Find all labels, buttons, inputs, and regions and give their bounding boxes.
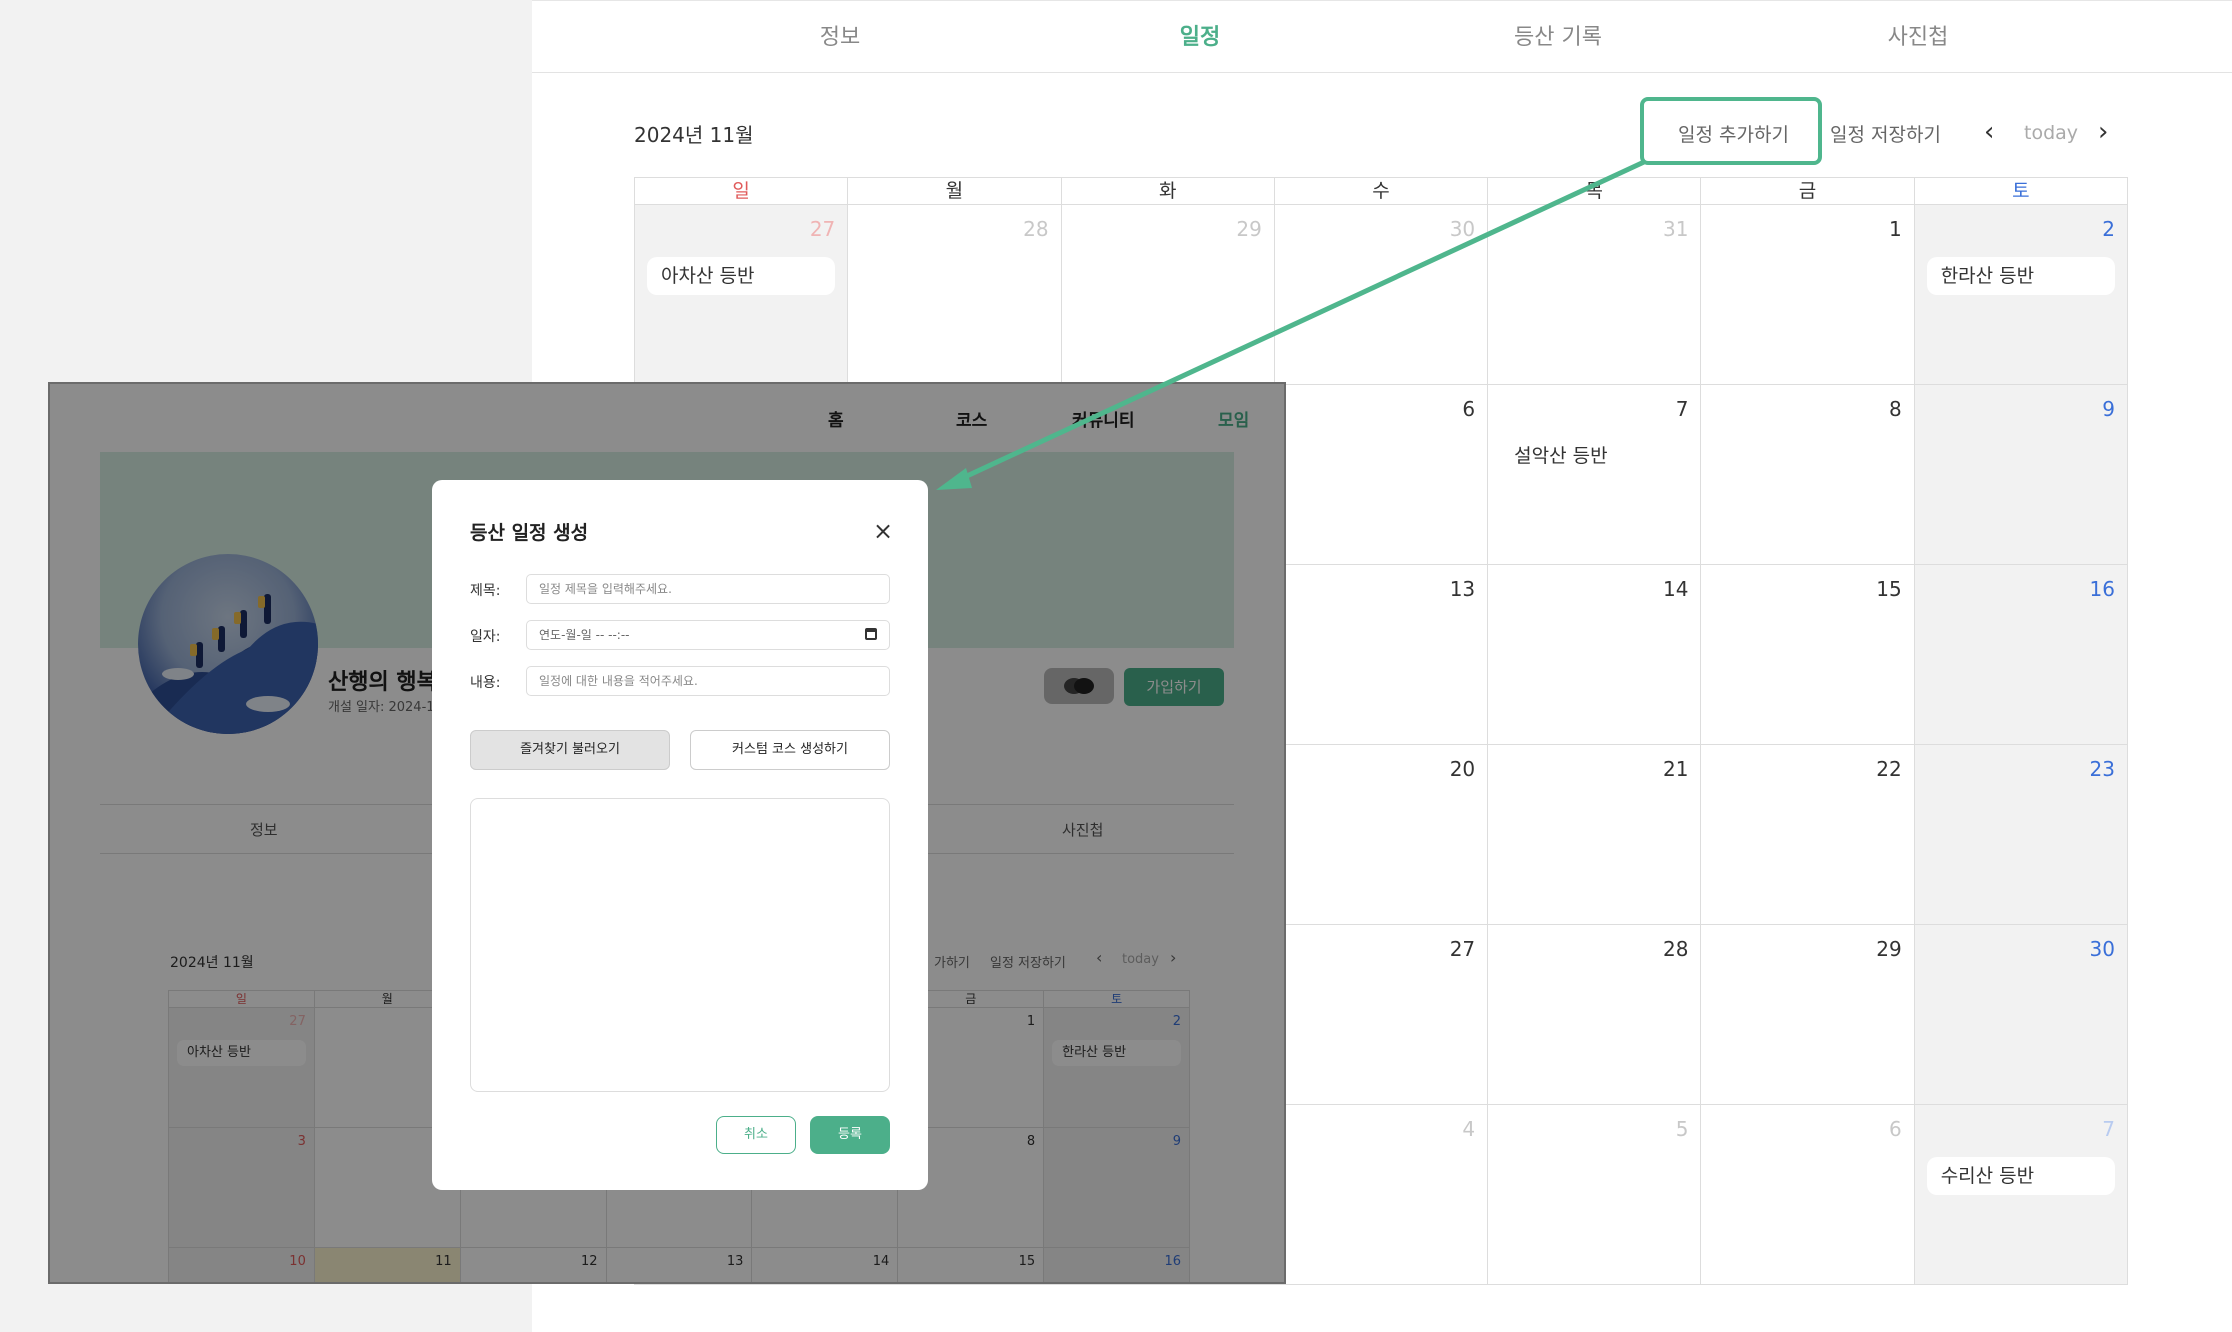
weekday-sat: 토 [1913, 178, 2127, 204]
day-number: 6 [1888, 1117, 1902, 1141]
weekday-mon: 월 [847, 178, 1060, 204]
prev-month-icon[interactable]: ‹ [1984, 117, 1994, 147]
load-favorites-button[interactable]: 즐겨찾기 불러오기 [470, 730, 670, 770]
calendar-day-cell[interactable]: 21 [1488, 745, 1702, 925]
calendar-day-cell[interactable]: 4 [1274, 1105, 1489, 1285]
day-number: 2 [2102, 217, 2115, 241]
day-number: 28 [1023, 217, 1049, 241]
tab-info[interactable]: 정보 [820, 19, 860, 51]
day-number: 29 [1236, 217, 1262, 241]
calendar-day-cell[interactable]: 7 설악산 등반 [1488, 385, 1702, 565]
day-number: 4 [1462, 1117, 1476, 1141]
calendar-day-cell[interactable]: 2 한라산 등반 [1914, 205, 2128, 385]
day-number: 27 [809, 217, 836, 241]
title-label: 제목: [470, 583, 501, 599]
title-input[interactable] [526, 574, 890, 604]
day-number: 5 [1675, 1117, 1689, 1141]
calendar-day-cell[interactable]: 27 아차산 등반 [635, 205, 849, 385]
day-number: 13 [1449, 577, 1476, 601]
day-number: 31 [1662, 217, 1689, 241]
date-label: 일자: [470, 629, 501, 645]
calendar-day-cell[interactable]: 8 [1701, 385, 1915, 565]
date-placeholder: 연도-월-일 -- --:-- [539, 628, 630, 642]
day-number: 16 [2089, 577, 2115, 601]
month-title: 2024년 11월 [634, 123, 754, 147]
day-number: 9 [2102, 397, 2115, 421]
save-schedule-button[interactable]: 일정 저장하기 [1830, 120, 1941, 147]
calendar-day-cell[interactable]: 15 [1701, 565, 1915, 745]
weekday-sun: 일 [732, 180, 750, 202]
calendar-day-cell[interactable]: 28 [848, 205, 1062, 385]
calendar-day-cell[interactable]: 22 [1701, 745, 1915, 925]
calendar-icon[interactable] [865, 628, 877, 640]
calendar-day-cell[interactable]: 6 [1701, 1105, 1915, 1285]
calendar-day-cell[interactable]: 31 [1488, 205, 1702, 385]
calendar-day-cell[interactable]: 14 [1488, 565, 1702, 745]
create-schedule-modal: 등산 일정 생성 × 제목: 일자: 연도-월-일 -- --:-- 내용: 즐… [432, 480, 928, 1190]
day-number: 30 [2089, 937, 2115, 961]
day-number: 8 [1888, 397, 1902, 421]
weekday-wed: 수 [1273, 178, 1487, 204]
submit-button[interactable]: 등록 [810, 1116, 890, 1154]
content-input[interactable] [526, 666, 890, 696]
date-input[interactable]: 연도-월-일 -- --:-- [526, 620, 890, 650]
calendar-day-cell[interactable]: 30 [1914, 925, 2128, 1105]
calendar-event[interactable]: 수리산 등반 [1926, 1157, 2115, 1195]
calendar-event[interactable]: 한라산 등반 [1926, 257, 2115, 295]
calendar-day-cell[interactable]: 29 [1061, 205, 1275, 385]
day-number: 6 [1462, 397, 1476, 421]
calendar-day-cell[interactable]: 7 수리산 등반 [1914, 1105, 2128, 1285]
calendar-day-cell[interactable]: 13 [1274, 565, 1489, 745]
weekday-tue: 화 [1060, 178, 1274, 204]
calendar-day-cell[interactable]: 27 [1274, 925, 1489, 1105]
day-number: 20 [1449, 757, 1476, 781]
close-icon[interactable]: × [866, 514, 900, 548]
calendar-event[interactable]: 설악산 등반 [1500, 437, 1688, 475]
create-custom-course-button[interactable]: 커스텀 코스 생성하기 [690, 730, 890, 770]
day-number: 21 [1662, 757, 1689, 781]
weekday-fri: 금 [1700, 178, 1913, 204]
day-number: 29 [1876, 937, 1902, 961]
day-number: 1 [1888, 217, 1902, 241]
day-number: 14 [1662, 577, 1689, 601]
today-button[interactable]: today [2024, 122, 2078, 144]
day-number: 27 [1449, 937, 1476, 961]
calendar-event[interactable]: 아차산 등반 [647, 257, 836, 295]
course-preview-area[interactable] [470, 798, 890, 1092]
day-number: 23 [2089, 757, 2115, 781]
calendar-day-cell[interactable]: 28 [1488, 925, 1702, 1105]
tab-hiking-record[interactable]: 등산 기록 [1514, 19, 1602, 51]
calendar-day-cell[interactable]: 16 [1914, 565, 2128, 745]
next-month-icon[interactable]: › [2098, 117, 2108, 147]
day-number: 28 [1662, 937, 1689, 961]
highlight-box [1640, 97, 1822, 165]
day-number: 15 [1876, 577, 1902, 601]
cancel-button[interactable]: 취소 [716, 1116, 796, 1154]
modal-title: 등산 일정 생성 [470, 522, 589, 544]
weekday-header: 일 월 화 수 목 금 토 [634, 177, 2128, 205]
calendar-day-cell[interactable]: 1 [1701, 205, 1915, 385]
calendar-day-cell[interactable]: 23 [1914, 745, 2128, 925]
day-number: 7 [1675, 397, 1689, 421]
calendar-day-cell[interactable]: 29 [1701, 925, 1915, 1105]
calendar-day-cell[interactable]: 30 [1274, 205, 1489, 385]
group-tabs: 정보 일정 등산 기록 사진첩 [532, 1, 2232, 73]
day-number: 30 [1449, 217, 1476, 241]
calendar-day-cell[interactable]: 5 [1488, 1105, 1702, 1285]
tab-photo-album[interactable]: 사진첩 [1888, 19, 1949, 51]
day-number: 22 [1876, 757, 1902, 781]
tab-schedule[interactable]: 일정 [1180, 19, 1220, 51]
calendar-day-cell[interactable]: 9 [1914, 385, 2128, 565]
day-number: 7 [2102, 1117, 2115, 1141]
calendar-day-cell[interactable]: 20 [1274, 745, 1489, 925]
weekday-thu: 목 [1487, 178, 1700, 204]
calendar-day-cell[interactable]: 6 [1274, 385, 1489, 565]
inset-screenshot: 홈 코스 커뮤니티 모임 산행의 행복 개설 일자: 2024-11 가입하기 … [48, 382, 1286, 1284]
content-label: 내용: [470, 675, 501, 691]
